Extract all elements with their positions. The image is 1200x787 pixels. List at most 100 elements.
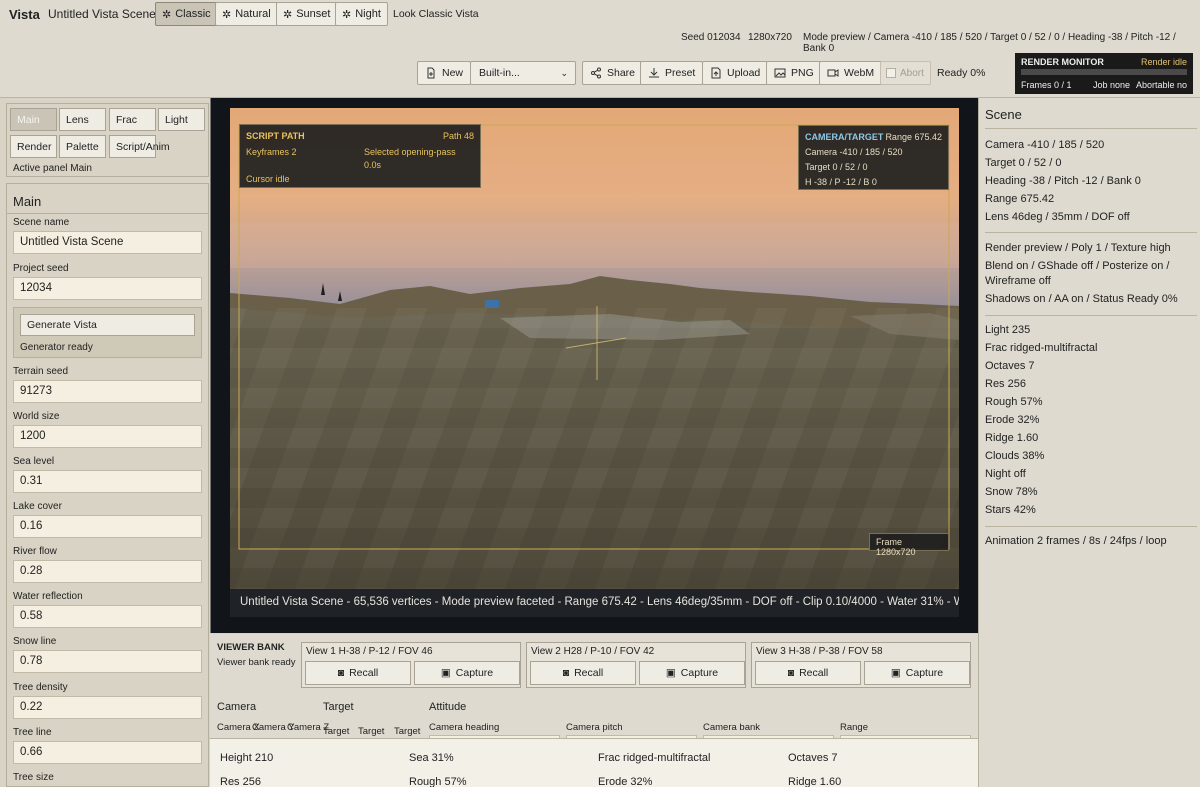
- capture-view-1-button[interactable]: ▣ Capture: [414, 661, 520, 685]
- resolution-status: 1280x720: [748, 32, 792, 43]
- cursor-status: Cursor idle: [246, 174, 290, 184]
- abort-button[interactable]: Abort: [880, 61, 931, 85]
- divider: [985, 128, 1197, 129]
- selected-keyframe: Selected opening-pass: [364, 147, 456, 157]
- top-bar: Vista Untitled Vista Scene ✲ Classic ✲ Nat…: [0, 0, 1200, 98]
- tab-frac[interactable]: Frac: [109, 108, 156, 131]
- field-label: Lake cover: [13, 501, 62, 512]
- tab-script-anim[interactable]: Script/Anim: [109, 135, 170, 158]
- look-night-button[interactable]: ✲ Night: [335, 2, 388, 26]
- view-card-2: View 2 H28 / P-10 / FOV 42 ◙ Recall ▣ Capt…: [526, 642, 746, 688]
- camera-target-title: CAMERA/TARGET: [805, 132, 884, 142]
- look-natural-button[interactable]: ✲ Natural: [215, 2, 278, 26]
- tab-main[interactable]: Main: [10, 108, 57, 131]
- tree-line-input[interactable]: 0.66: [13, 741, 202, 764]
- info-heading: Heading -38 / Pitch -12 / Bank 0: [985, 175, 1141, 187]
- render-viewport[interactable]: SCRIPT PATH Path 48 Keyframes 2 Selected…: [210, 98, 978, 633]
- camera-heading-label: Camera heading: [429, 722, 500, 733]
- info-render: Render preview / Poly 1 / Texture high: [985, 242, 1171, 254]
- info-target: Target 0 / 52 / 0: [985, 157, 1062, 169]
- heading-pitch-bank: H -38 / P -12 / B 0: [805, 177, 877, 187]
- stat-octaves: Octaves 7: [788, 752, 838, 764]
- new-button[interactable]: New: [417, 61, 472, 85]
- info-range: Range 675.42: [985, 193, 1055, 205]
- tree-density-input[interactable]: 0.22: [13, 696, 202, 719]
- info-erode: Erode 32%: [985, 414, 1040, 426]
- field-label: World size: [13, 411, 60, 422]
- info-lens: Lens 46deg / 35mm / DOF off: [985, 211, 1130, 223]
- look-classic-button[interactable]: ✲ Classic: [155, 2, 218, 26]
- share-button[interactable]: Share: [582, 61, 644, 85]
- range-label: Range: [840, 722, 868, 733]
- lake-cover-input[interactable]: 0.16: [13, 515, 202, 538]
- recall-view-3-button[interactable]: ◙ Recall: [755, 661, 861, 685]
- capture-view-2-button[interactable]: ▣ Capture: [639, 661, 745, 685]
- bottom-stats: Height 210 Sea 31% Frac ridged-multifrac…: [210, 738, 978, 787]
- render-state: Render idle: [1140, 57, 1187, 67]
- stat-res: Res 256: [220, 776, 261, 787]
- snow-line-input[interactable]: 0.78: [13, 650, 202, 673]
- webm-button[interactable]: WebM: [819, 61, 883, 85]
- scene-name-input[interactable]: Untitled Vista Scene: [13, 231, 202, 254]
- view-card-3: View 3 H-38 / P-38 / FOV 58 ◙ Recall ▣ Cap…: [751, 642, 971, 688]
- stat-ridge: Ridge 1.60: [788, 776, 842, 787]
- sea-level-input[interactable]: 0.31: [13, 470, 202, 493]
- stat-rough: Rough 57%: [409, 776, 467, 787]
- tab-palette[interactable]: Palette: [59, 135, 106, 158]
- scene-info-panel: Scene Camera -410 / 185 / 520 Target 0 /…: [978, 98, 1200, 787]
- preset-select[interactable]: Built-in... ⌄: [470, 61, 576, 85]
- target-position: Target 0 / 52 / 0: [805, 162, 868, 172]
- frame-size-badge: Frame 1280x720: [869, 533, 949, 557]
- tab-light[interactable]: Light: [158, 108, 205, 131]
- recall-view-2-button[interactable]: ◙ Recall: [530, 661, 636, 685]
- new-file-icon: [427, 67, 435, 79]
- camera-bank-label: Camera bank: [703, 722, 761, 733]
- scene-title: Untitled Vista Scene: [48, 7, 156, 21]
- stat-erode: Erode 32%: [598, 776, 653, 787]
- stat-height: Height 210: [220, 752, 274, 764]
- view-1-label: View 1 H-38 / P-12 / FOV 46: [306, 646, 433, 657]
- info-res: Res 256: [985, 378, 1026, 390]
- tab-lens[interactable]: Lens: [59, 108, 106, 131]
- field-label: Sea level: [13, 456, 55, 467]
- app-name: Vista: [9, 7, 40, 22]
- capture-view-3-button[interactable]: ▣ Capture: [864, 661, 970, 685]
- render-frames: Frames 0 / 1: [1021, 80, 1072, 90]
- save-icon: ▣: [665, 667, 676, 679]
- target-z-label: Target: [394, 726, 421, 737]
- field-label: Tree line: [13, 727, 52, 738]
- recall-view-1-button[interactable]: ◙ Recall: [305, 661, 411, 685]
- info-ridge: Ridge 1.60: [985, 432, 1039, 444]
- terrain-seed-input[interactable]: 91273: [13, 380, 202, 403]
- main-panel-title: Main: [13, 194, 42, 209]
- upload-button[interactable]: Upload: [702, 61, 769, 85]
- project-seed-input[interactable]: 12034: [13, 277, 202, 300]
- panel-tabs: Main Lens Frac Light Render Palette Scri…: [6, 103, 209, 177]
- view-card-1: View 1 H-38 / P-12 / FOV 46 ◙ Recall ▣ Cap…: [301, 642, 521, 688]
- preset-button[interactable]: Preset: [640, 61, 704, 85]
- png-button[interactable]: PNG: [766, 61, 822, 85]
- water-reflection-input[interactable]: 0.58: [13, 605, 202, 628]
- project-seed-label: Project seed: [13, 263, 69, 274]
- world-size-input[interactable]: 1200: [13, 425, 202, 448]
- divider: [985, 315, 1197, 316]
- info-frac: Frac ridged-multifractal: [985, 342, 1098, 354]
- viewer-bank-title: VIEWER BANK: [217, 642, 285, 653]
- image-icon: [774, 68, 786, 78]
- look-sunset-button[interactable]: ✲ Sunset: [276, 2, 338, 26]
- sparkle-icon: ✲: [342, 8, 352, 21]
- info-stars: Stars 42%: [985, 504, 1036, 516]
- render-job: Job none: [1093, 80, 1131, 90]
- share-icon: [591, 67, 601, 79]
- view-2-label: View 2 H28 / P-10 / FOV 42: [531, 646, 655, 657]
- river-flow-input[interactable]: 0.28: [13, 560, 202, 583]
- generate-vista-button[interactable]: Generate Vista: [20, 314, 195, 336]
- field-label: Terrain seed: [13, 366, 69, 377]
- info-wireframe: Wireframe off: [985, 275, 1051, 287]
- tab-render[interactable]: Render: [10, 135, 57, 158]
- camera-group-label: Camera: [217, 701, 257, 713]
- save-icon: ▣: [890, 667, 901, 679]
- ready-status: Ready 0%: [937, 67, 986, 79]
- chevron-down-icon: ⌄: [560, 68, 568, 78]
- path-count: Path 48: [442, 131, 474, 141]
